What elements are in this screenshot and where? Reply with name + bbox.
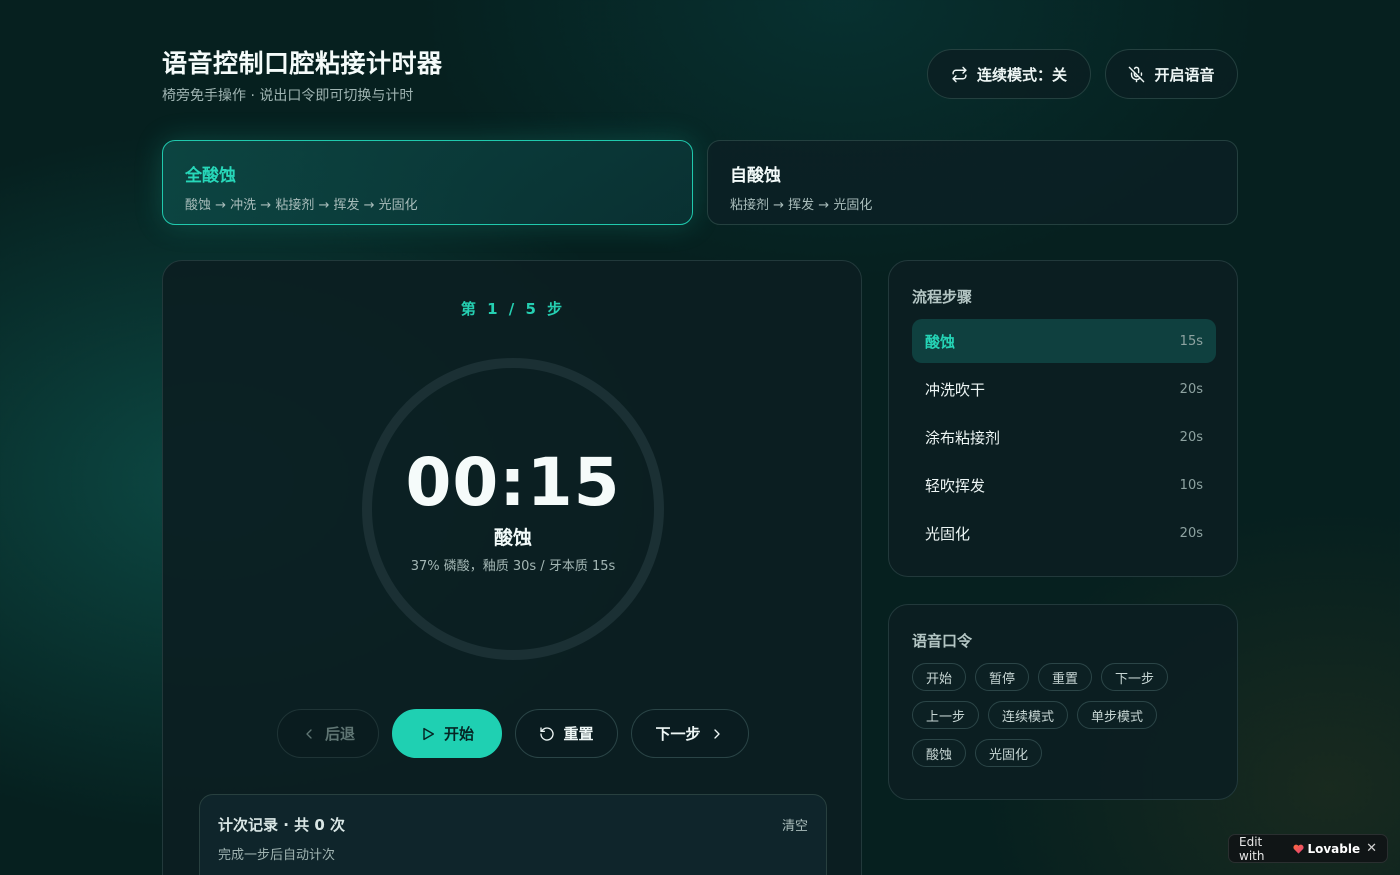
- lap-log-hint: 完成一步后自动计次: [218, 848, 336, 863]
- voice-command-chip: 重置: [1038, 663, 1093, 691]
- step-counter: 第 1 / 5 步: [460, 300, 566, 318]
- chevron-left-icon: [306, 728, 312, 739]
- chevron-right-icon: [713, 728, 720, 739]
- mode-card-total-etch[interactable]: 全酸蚀 酸蚀 → 冲洗 → 粘接剂 → 挥发 → 光固化: [162, 140, 693, 225]
- current-step-name: 酸蚀: [493, 527, 532, 549]
- voice-command-chip: 上一步: [912, 701, 980, 729]
- page-subtitle: 椅旁免手操作 · 说出口令即可切换与计时: [162, 88, 414, 104]
- lap-log-card: 计次记录 · 共 0 次 完成一步后自动计次 清空: [199, 794, 827, 875]
- mode-flow: 酸蚀 → 冲洗 → 粘接剂 → 挥发 → 光固化: [185, 198, 418, 213]
- voice-command-list: 开始 暂停 重置 下一步 上一步 连续模式 单步模式 酸蚀 光固化: [912, 663, 1212, 767]
- back-button[interactable]: 后退: [277, 709, 379, 758]
- current-step-description: 37% 磷酸，釉质 30s / 牙本质 15s: [410, 559, 616, 574]
- voice-toggle-button[interactable]: 开启语音: [1105, 49, 1238, 99]
- step-item-apply-adhesive[interactable]: 涂布粘接剂 20s: [912, 415, 1216, 459]
- voice-toggle-label: 开启语音: [1154, 65, 1215, 84]
- step-item-duration: 20s: [1179, 381, 1203, 397]
- lap-log-title: 计次记录 · 共 0 次: [218, 816, 346, 834]
- voice-commands-panel: 语音口令 开始 暂停 重置 下一步 上一步 连续模式 单步模式 酸蚀 光固化: [888, 604, 1238, 800]
- next-step-label: 下一步: [655, 725, 701, 743]
- play-icon: [423, 727, 435, 740]
- step-item-duration: 20s: [1179, 525, 1203, 541]
- continuous-mode-button[interactable]: 连续模式：关: [927, 49, 1091, 99]
- edit-with-label: Edit with: [1239, 834, 1265, 863]
- voice-command-chip: 暂停: [975, 663, 1030, 691]
- step-item-label: 涂布粘接剂: [925, 428, 1001, 447]
- page-title: 语音控制口腔粘接计时器: [162, 49, 443, 78]
- clear-log-button[interactable]: 清空: [782, 815, 808, 834]
- step-item-air-evaporate[interactable]: 轻吹挥发 10s: [912, 463, 1216, 507]
- step-item-duration: 10s: [1179, 477, 1203, 493]
- voice-command-chip: 下一步: [1101, 663, 1169, 691]
- timer-display: 00:15: [405, 444, 621, 521]
- step-item-duration: 15s: [1179, 333, 1203, 349]
- step-item-label: 冲洗吹干: [925, 380, 986, 399]
- voice-command-chip: 酸蚀: [912, 739, 967, 767]
- mode-name: 自酸蚀: [730, 166, 781, 186]
- mode-card-self-etch[interactable]: 自酸蚀 粘接剂 → 挥发 → 光固化: [707, 140, 1238, 225]
- lovable-brand-label: Lovable: [1307, 841, 1361, 856]
- reset-label: 重置: [563, 725, 594, 743]
- next-step-button[interactable]: 下一步: [631, 709, 749, 758]
- start-label: 开始: [443, 725, 474, 743]
- step-item-label: 酸蚀: [925, 332, 956, 351]
- repeat-icon: [952, 66, 967, 82]
- step-item-etch[interactable]: 酸蚀 15s: [912, 319, 1216, 363]
- edit-with-lovable-badge[interactable]: Edit with Lovable ✕: [1228, 834, 1388, 863]
- step-item-rinse-dry[interactable]: 冲洗吹干 20s: [912, 367, 1216, 411]
- step-item-duration: 20s: [1179, 429, 1203, 445]
- reset-button[interactable]: 重置: [515, 709, 618, 758]
- voice-command-chip: 光固化: [975, 739, 1043, 767]
- voice-command-chip: 单步模式: [1077, 701, 1158, 729]
- mode-name: 全酸蚀: [185, 166, 236, 186]
- steps-panel: 流程步骤 酸蚀 15s 冲洗吹干 20s 涂布粘接剂 20s 轻吹挥发 10s …: [888, 260, 1238, 577]
- lovable-brand: Lovable: [1293, 842, 1360, 856]
- voice-command-chip: 开始: [912, 663, 967, 691]
- rotate-ccw-icon: [540, 726, 555, 741]
- timer-panel: 第 1 / 5 步 00:15 酸蚀 37% 磷酸，釉质 30s / 牙本质 1…: [162, 260, 862, 875]
- mode-flow: 粘接剂 → 挥发 → 光固化: [730, 198, 873, 213]
- continuous-mode-label: 连续模式：关: [976, 65, 1067, 84]
- voice-commands-title: 语音口令: [912, 632, 973, 650]
- steps-panel-title: 流程步骤: [912, 288, 973, 306]
- step-item-label: 光固化: [925, 524, 971, 543]
- back-label: 后退: [324, 725, 355, 743]
- step-item-label: 轻吹挥发: [925, 476, 986, 495]
- close-badge-button[interactable]: ✕: [1366, 841, 1377, 856]
- step-item-light-cure[interactable]: 光固化 20s: [912, 511, 1216, 555]
- start-button[interactable]: 开始: [392, 709, 502, 758]
- mic-off-icon: [1129, 66, 1145, 82]
- voice-command-chip: 连续模式: [988, 701, 1069, 729]
- lovable-heart-icon: [1293, 844, 1304, 854]
